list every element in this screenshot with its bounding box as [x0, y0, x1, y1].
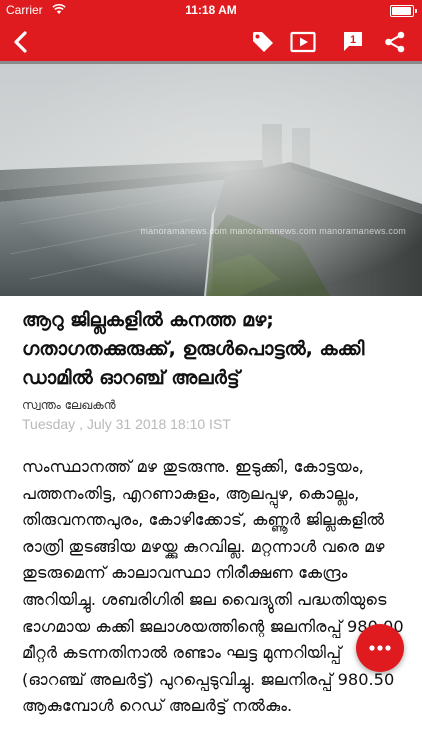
- comment-icon: 1: [344, 32, 362, 51]
- article-body: സംസ്ഥാനത്ത് മഴ തുടരുന്നു. ഇടുക്കി, കോട്ട…: [22, 457, 404, 716]
- status-time: 11:18 AM: [185, 3, 237, 17]
- tag-icon: [253, 32, 273, 52]
- share-icon: [385, 31, 405, 53]
- status-bar: Carrier 11:18 AM: [0, 0, 422, 20]
- svg-text:1: 1: [350, 34, 356, 46]
- back-arrow-icon: [14, 31, 27, 53]
- more-options-button[interactable]: [356, 624, 404, 672]
- nav-bar: 1: [0, 20, 422, 64]
- share-button[interactable]: [380, 27, 410, 57]
- more-horizontal-icon: [369, 645, 391, 651]
- article-hero-image: manoramanews.com manoramanews.com manora…: [0, 64, 422, 296]
- article-dateline: Tuesday , July 31 2018 18:10 IST: [22, 416, 231, 432]
- back-button[interactable]: [6, 27, 36, 57]
- article-headline: ആറു ജില്ലകളിൽ കനത്ത മഴ; ഗതാഗതക്കുരുക്ക്,…: [22, 309, 365, 389]
- comment-button[interactable]: 1: [338, 27, 368, 57]
- article-byline: സ്വന്തം ലേഖകൻ: [22, 398, 116, 412]
- video-button[interactable]: [288, 27, 318, 57]
- tag-button[interactable]: [248, 27, 278, 57]
- battery-icon: [390, 5, 417, 17]
- hero-watermark: manoramanews.com manoramanews.com manora…: [140, 226, 406, 236]
- video-icon: [290, 31, 316, 53]
